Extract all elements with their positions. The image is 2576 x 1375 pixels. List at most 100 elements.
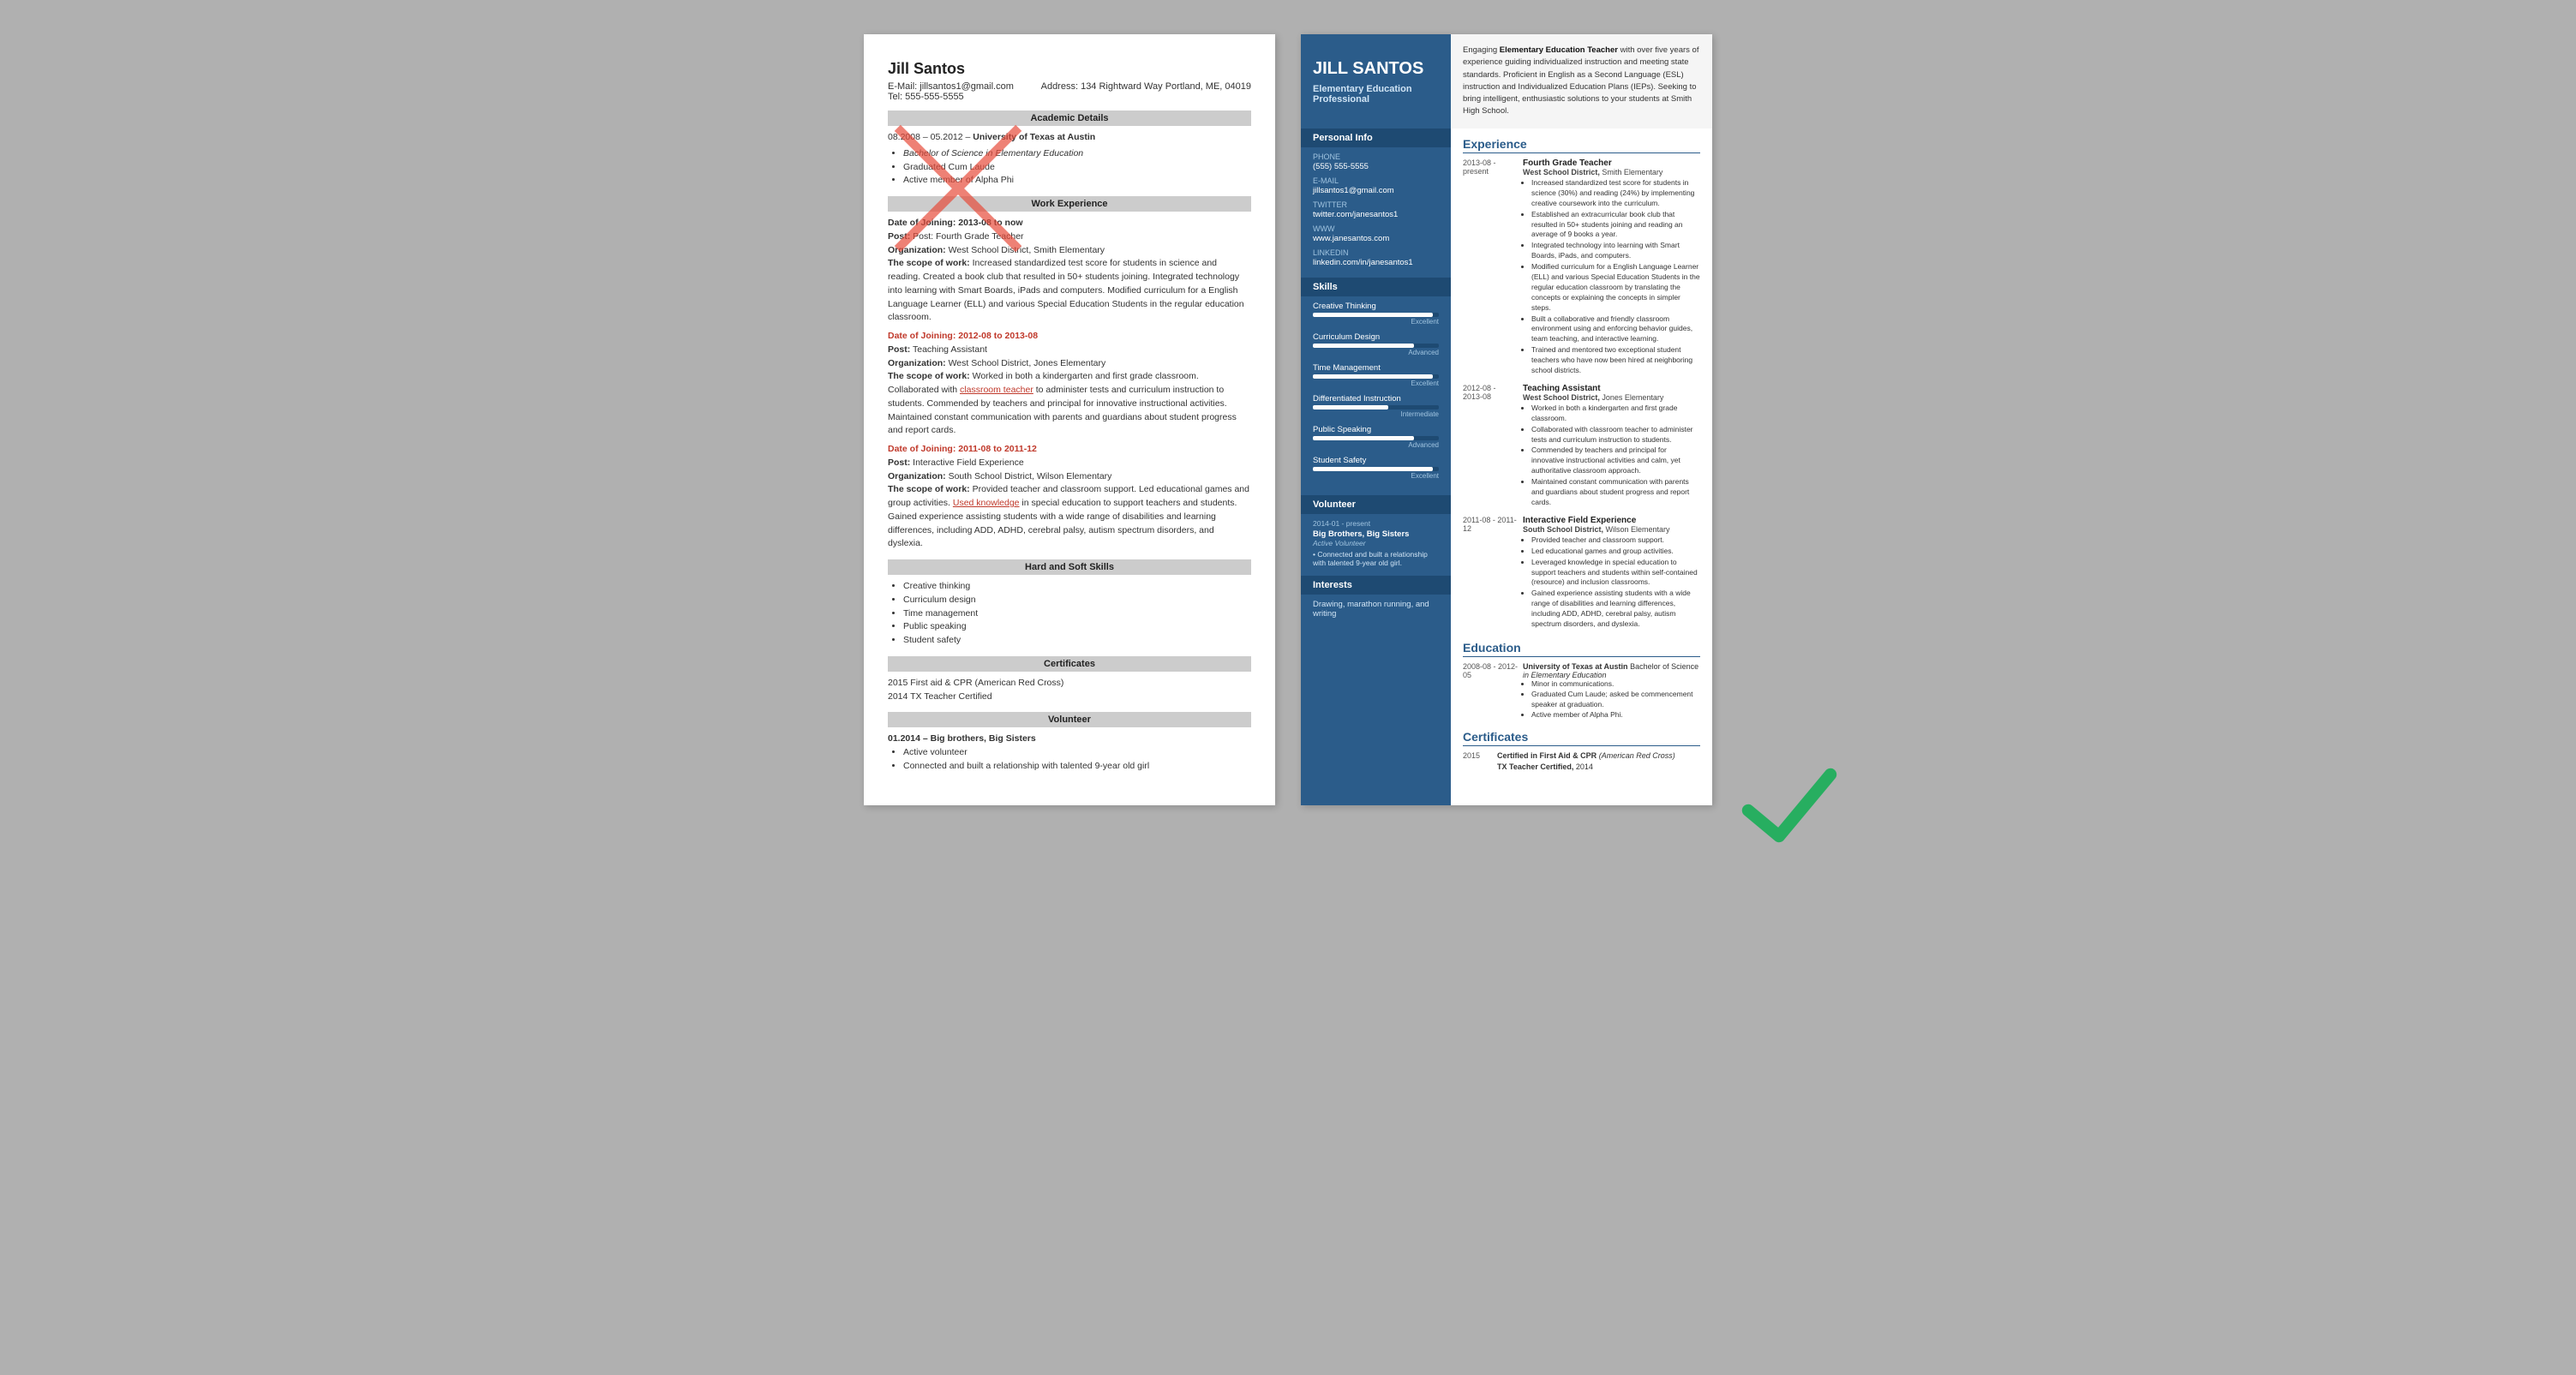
left-email: E-Mail: jillsantos1@gmail.com <box>888 81 1014 92</box>
left-content: Academic Details 08.2008 – 05.2012 – Uni… <box>888 111 1251 774</box>
job-3: Date of Joining: 2011-08 to 2011-12 Post… <box>888 443 1251 551</box>
exp-bullet: Established an extracurricular book club… <box>1531 210 1700 241</box>
right-summary: Engaging Elementary Education Teacher wi… <box>1463 45 1700 118</box>
exp-date-1: 2012-08 - 2013-08 <box>1463 384 1523 509</box>
right-main: Experience 2013-08 - present Fourth Grad… <box>1451 129 1712 805</box>
skill-2: Curriculum design <box>903 594 1251 607</box>
personal-info-section: Phone (555) 555-5555 E-mail jillsantos1@… <box>1301 152 1451 278</box>
right-name: JILL SANTOS <box>1313 58 1439 79</box>
exp-bullet: Maintained constant communication with p… <box>1531 477 1700 508</box>
skill-name-4: Public Speaking <box>1313 425 1439 434</box>
edu-content: University of Texas at Austin Bachelor o… <box>1523 662 1700 720</box>
certificates-section: Certificates 2015 Certified in First Aid… <box>1463 730 1700 771</box>
right-header-left: JILL SANTOS Elementary Education Profess… <box>1301 34 1451 129</box>
skill-level-1: Advanced <box>1313 349 1439 356</box>
exp-bullet: Provided teacher and classroom support. <box>1531 535 1700 546</box>
academic-divider: Academic Details <box>888 111 1251 126</box>
vol-bullet-1: Active volunteer <box>903 746 1251 760</box>
skill-item-2: Time Management Excellent <box>1313 363 1439 387</box>
exp-bullet: Integrated technology into learning with… <box>1531 241 1700 261</box>
academic-period: 08.2008 – 05.2012 – <box>888 132 970 142</box>
job3-post: Post: Interactive Field Experience <box>888 457 1251 470</box>
cert-1: 2015 First aid & CPR (American Red Cross… <box>888 677 1251 690</box>
twitter-label: Twitter <box>1313 200 1439 209</box>
skill-name-0: Creative Thinking <box>1313 302 1439 311</box>
skills-title: Skills <box>1301 278 1451 296</box>
right-resume: JILL SANTOS Elementary Education Profess… <box>1301 34 1712 805</box>
twitter-value: twitter.com/janesantos1 <box>1313 210 1439 219</box>
interests-section: Drawing, marathon running, and writing <box>1301 600 1451 627</box>
exp-bullet: Worked in both a kindergarten and first … <box>1531 404 1700 424</box>
personal-info-title: Personal Info <box>1301 129 1451 147</box>
skill-item-5: Student Safety Excellent <box>1313 456 1439 480</box>
job2-org: Organization: West School District, Jone… <box>888 357 1251 371</box>
job1-scope: The scope of work: Increased standardize… <box>888 257 1251 325</box>
skill-level-3: Intermediate <box>1313 410 1439 418</box>
volunteer-section: 2014-01 - present Big Brothers, Big Sist… <box>1301 519 1451 576</box>
exp-content-1: Teaching Assistant West School District,… <box>1523 384 1700 509</box>
exp-bullet: Modified curriculum for a English Langua… <box>1531 262 1700 313</box>
job1-org: Organization: West School District, Smit… <box>888 244 1251 258</box>
education-title: Education <box>1463 641 1700 657</box>
experience-rows: 2013-08 - present Fourth Grade Teacher W… <box>1463 158 1700 631</box>
skill-bar-bg-3 <box>1313 405 1439 410</box>
exp-title-1: Teaching Assistant <box>1523 384 1700 393</box>
cert-year-2 <box>1463 762 1497 771</box>
cert-row-2: TX Teacher Certified, 2014 <box>1463 762 1700 771</box>
skill-bar-fill-4 <box>1313 436 1414 440</box>
exp-bullet: Increased standardized test score for st… <box>1531 178 1700 209</box>
exp-bullet: Led educational games and group activiti… <box>1531 547 1700 557</box>
certificates-title: Certificates <box>1463 730 1700 746</box>
skill-name-3: Differentiated Instruction <box>1313 394 1439 404</box>
job-2: Date of Joining: 2012-08 to 2013-08 Post… <box>888 330 1251 438</box>
edu-row-1: 2008-08 - 2012-05 University of Texas at… <box>1463 662 1700 720</box>
exp-org-2: South School District, Wilson Elementary <box>1523 525 1700 534</box>
job1-post: Post: Post: Fourth Grade Teacher <box>888 230 1251 244</box>
exp-row-1: 2012-08 - 2013-08 Teaching Assistant Wes… <box>1463 384 1700 509</box>
edu-bullet-2: Graduated Cum Laude; asked be commenceme… <box>1531 690 1700 710</box>
right-header: JILL SANTOS Elementary Education Profess… <box>1301 34 1712 129</box>
skill-name-2: Time Management <box>1313 363 1439 373</box>
skill-bar-fill-0 <box>1313 313 1433 317</box>
skill-name-5: Student Safety <box>1313 456 1439 465</box>
right-sidebar: Personal Info Phone (555) 555-5555 E-mai… <box>1301 129 1451 805</box>
job3-date: Date of Joining: 2011-08 to 2011-12 <box>888 443 1251 457</box>
work-divider: Work Experience <box>888 196 1251 212</box>
vol-role: Active Volunteer <box>1313 539 1439 547</box>
skill-bar-fill-5 <box>1313 467 1433 471</box>
interests-title: Interests <box>1301 576 1451 595</box>
phone-value: (555) 555-5555 <box>1313 162 1439 171</box>
skill-bar-fill-3 <box>1313 405 1388 410</box>
cert-row-1: 2015 Certified in First Aid & CPR (Ameri… <box>1463 751 1700 760</box>
exp-bullet: Leveraged knowledge in special education… <box>1531 558 1700 589</box>
cert-2: 2014 TX Teacher Certified <box>888 690 1251 704</box>
job3-scope: The scope of work: Provided teacher and … <box>888 483 1251 551</box>
edu-bullet-3: Active member of Alpha Phi. <box>1531 710 1700 720</box>
exp-bullets-1: Worked in both a kindergarten and first … <box>1531 404 1700 508</box>
right-header-right: Engaging Elementary Education Teacher wi… <box>1451 34 1712 129</box>
exp-bullet: Collaborated with classroom teacher to a… <box>1531 425 1700 445</box>
left-name: Jill Santos <box>888 60 1251 78</box>
linkedin-value: linkedin.com/in/janesantos1 <box>1313 258 1439 267</box>
linkedin-label: LinkedIn <box>1313 248 1439 257</box>
check-icon <box>1738 754 1841 857</box>
skill-bar-fill-2 <box>1313 374 1433 379</box>
skills-section: Creative Thinking Excellent Curriculum D… <box>1301 302 1451 495</box>
academic-bullet-1: Bachelor of Science in Elementary Educat… <box>903 147 1251 161</box>
job2-post: Post: Teaching Assistant <box>888 344 1251 357</box>
exp-bullet: Trained and mentored two exceptional stu… <box>1531 345 1700 376</box>
exp-title-2: Interactive Field Experience <box>1523 516 1700 525</box>
exp-bullet: Gained experience assisting students wit… <box>1531 589 1700 630</box>
skill-bar-bg-2 <box>1313 374 1439 379</box>
job1-date: Date of Joining: 2013-08 to now <box>888 218 1023 228</box>
exp-date-0: 2013-08 - present <box>1463 158 1523 377</box>
vol-bullet-2: Connected and built a relationship with … <box>903 760 1251 774</box>
skill-item-3: Differentiated Instruction Intermediate <box>1313 394 1439 418</box>
edu-bullet-1: Minor in communications. <box>1531 679 1700 690</box>
phone-label: Phone <box>1313 152 1439 161</box>
exp-title-0: Fourth Grade Teacher <box>1523 158 1700 168</box>
edu-institution: University of Texas at Austin <box>1523 662 1628 671</box>
left-header: Jill Santos E-Mail: jillsantos1@gmail.co… <box>888 60 1251 102</box>
skill-item-1: Curriculum Design Advanced <box>1313 332 1439 356</box>
edu-period: 2008-08 - 2012-05 <box>1463 662 1523 720</box>
